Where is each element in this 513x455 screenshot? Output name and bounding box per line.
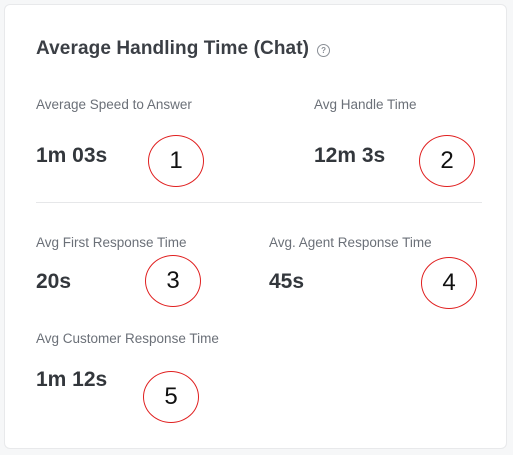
metric-value-avg-agent-response-time: 45s — [269, 270, 305, 293]
annotation-circle-2: 2 — [419, 135, 475, 187]
metric-label-avg-agent-response-time: Avg. Agent Response Time — [269, 235, 432, 250]
card-header: Average Handling Time (Chat) ? — [36, 38, 331, 60]
metric-label-avg-first-response-time: Avg First Response Time — [36, 235, 187, 250]
metric-label-average-speed-to-answer: Average Speed to Answer — [36, 97, 192, 112]
annotation-circle-4: 4 — [421, 257, 477, 309]
help-icon[interactable]: ? — [317, 43, 331, 57]
section-divider — [36, 202, 482, 203]
metric-value-avg-customer-response-time: 1m 12s — [36, 368, 108, 391]
metric-value-average-speed-to-answer: 1m 03s — [36, 144, 108, 167]
annotation-circle-3: 3 — [145, 255, 201, 307]
metric-value-avg-handle-time: 12m 3s — [314, 144, 386, 167]
average-handling-time-card: Average Handling Time (Chat) ? Average S… — [4, 4, 507, 449]
metric-label-avg-customer-response-time: Avg Customer Response Time — [36, 331, 219, 346]
annotation-circle-5: 5 — [143, 371, 199, 423]
card-title: Average Handling Time (Chat) — [36, 38, 310, 59]
annotation-circle-1: 1 — [148, 135, 204, 187]
metric-value-avg-first-response-time: 20s — [36, 270, 72, 293]
metric-label-avg-handle-time: Avg Handle Time — [314, 97, 417, 112]
